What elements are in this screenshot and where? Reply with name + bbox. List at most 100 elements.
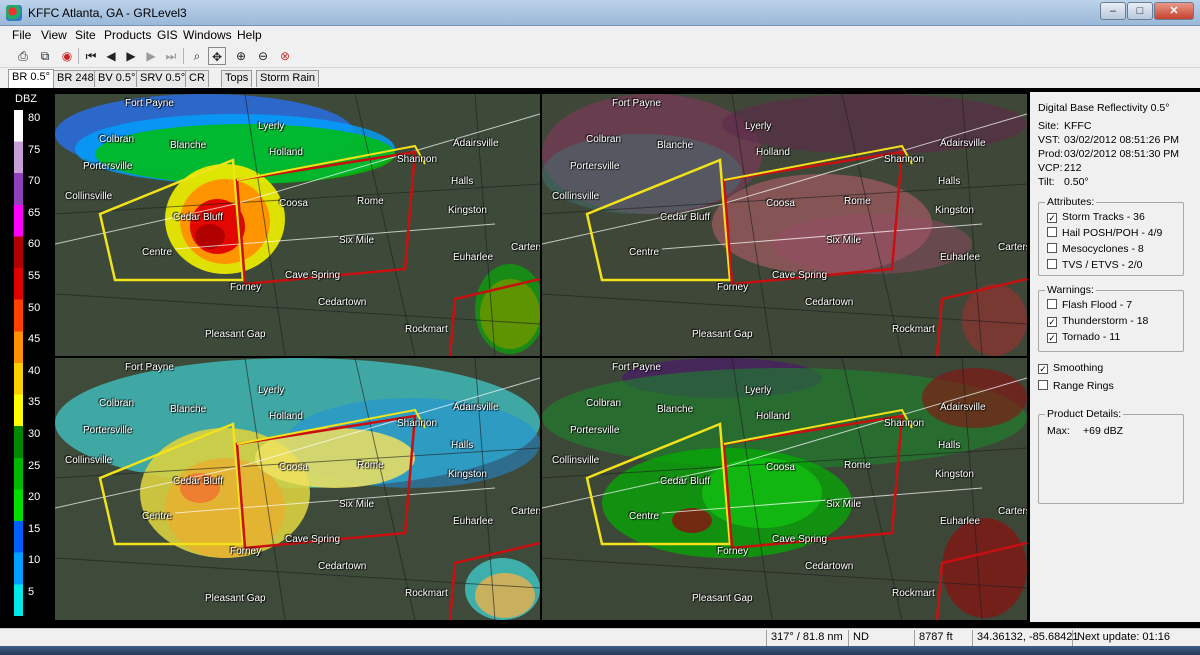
checkbox-box[interactable]: ✓	[1038, 364, 1048, 374]
map-label-cedartown: Cedartown	[318, 297, 367, 308]
radar-panel-velocity[interactable]: Fort Payne Colbran Blanche Lyerly Holland Ada…	[542, 94, 1027, 356]
checkbox-label: Tornado - 11	[1062, 331, 1121, 343]
checkbox-box[interactable]	[1047, 227, 1057, 237]
map-label-cedar-bluff: Cedar Bluff	[173, 212, 223, 223]
map-label-centre: Centre	[629, 511, 660, 522]
checkbox-label: Mesocyclones - 8	[1062, 243, 1144, 255]
checkbox-label: Thunderstorm - 18	[1062, 315, 1149, 327]
tab-srv-0-5[interactable]: SRV 0.5°	[136, 70, 190, 87]
minimize-button[interactable]: –	[1100, 2, 1126, 20]
precipitation-echo	[922, 368, 1027, 428]
map-label-cedartown: Cedartown	[805, 297, 854, 308]
legend-tick: 55	[28, 270, 41, 282]
tab-bv-0-5[interactable]: BV 0.5°	[94, 70, 140, 87]
play-icon[interactable]: ▶	[122, 47, 140, 65]
map-label-collinsville: Collinsville	[552, 191, 600, 202]
legend-tick: 5	[28, 586, 35, 598]
warning-checkbox[interactable]: Flash Flood - 7	[1047, 299, 1132, 311]
legend-tick: 10	[28, 554, 41, 567]
grlevel3-window: KFFC Atlanta, GA - GRLevel3 – □ ✕ File V…	[0, 0, 1200, 655]
checkbox-box[interactable]: ✓	[1047, 213, 1057, 223]
map-label-fort-payne: Fort Payne	[612, 362, 661, 373]
checkbox-label: Hail POSH/POH - 4/9	[1062, 227, 1163, 239]
prod-label: Prod:	[1038, 148, 1064, 160]
close-button[interactable]: ✕	[1154, 2, 1194, 20]
radar-panel-storm-relative[interactable]: Fort Payne Colbran Blanche Lyerly Holland Ada…	[542, 358, 1027, 620]
product-tabs: BR 0.5° BR 248 BV 0.5° SRV 0.5° CR Tops …	[0, 68, 1200, 88]
zoom-reset-icon[interactable]: ⊗	[276, 47, 294, 65]
radar-panel-composite[interactable]: Fort Payne Colbran Blanche Lyerly Holland Ada…	[55, 358, 540, 620]
tilt-label: Tilt:	[1038, 176, 1055, 188]
checkbox-box[interactable]	[1047, 259, 1057, 269]
checkbox-box[interactable]	[1038, 380, 1048, 390]
toolbar: ⎙ ⧉ ◉ ⏮ ◀ ▶ ▶ ⏭ ⌕ ✥ ⊕ ⊖ ⊗	[0, 44, 1200, 68]
pan-icon[interactable]: ✥	[208, 47, 226, 65]
map-label-lyerly: Lyerly	[745, 385, 772, 396]
previous-frame-icon[interactable]: ◀	[102, 47, 120, 65]
map-label-kingston: Kingston	[935, 469, 974, 480]
menu-view[interactable]: View	[41, 28, 67, 42]
tab-cr[interactable]: CR	[185, 70, 209, 87]
attribute-checkbox[interactable]: Mesocyclones - 8	[1047, 243, 1144, 255]
map-label-collinsville: Collinsville	[552, 455, 600, 466]
legend-tick: 80	[28, 112, 41, 124]
map-label-coosa: Coosa	[279, 462, 308, 473]
option-checkbox[interactable]: ✓ Smoothing	[1038, 362, 1103, 374]
menu-windows[interactable]: Windows	[183, 28, 232, 42]
tab-br-0-5[interactable]: BR 0.5°	[8, 69, 55, 88]
map-label-euharlee: Euharlee	[453, 252, 494, 263]
dbz-legend: DBZ 80 75 70 65 60 55 50 45 40 35 30 25 20 15 10 5	[10, 92, 42, 620]
map-label-portersville: Portersville	[570, 161, 620, 172]
option-checkbox[interactable]: Range Rings	[1038, 380, 1114, 392]
maximize-button[interactable]: □	[1127, 2, 1153, 20]
menu-gis[interactable]: GIS	[157, 28, 178, 42]
map-label-halls: Halls	[938, 176, 961, 187]
prod-value: 03/02/2012 08:51:30 PM	[1064, 148, 1180, 160]
checkbox-box[interactable]: ✓	[1047, 317, 1057, 327]
tab-storm-rain[interactable]: Storm Rain	[256, 70, 320, 87]
map-label-fort-payne: Fort Payne	[125, 362, 174, 373]
print-icon[interactable]: ⎙	[14, 47, 32, 65]
status-bearing: 317° / 81.8 nm	[766, 630, 848, 646]
zoom-icon[interactable]: ⌕	[188, 47, 206, 65]
zoom-in-icon[interactable]: ⊕	[232, 47, 250, 65]
zoom-out-icon[interactable]: ⊖	[254, 47, 272, 65]
warning-checkbox[interactable]: ✓ Tornado - 11	[1047, 331, 1120, 343]
tab-br-248[interactable]: BR 248	[53, 70, 98, 87]
map-label-centre: Centre	[142, 247, 173, 258]
attribute-checkbox[interactable]: Hail POSH/POH - 4/9	[1047, 227, 1162, 239]
title-bar[interactable]: KFFC Atlanta, GA - GRLevel3 – □ ✕	[0, 0, 1200, 26]
menu-products[interactable]: Products	[104, 28, 151, 42]
checkbox-box[interactable]	[1047, 243, 1057, 253]
menu-file[interactable]: File	[12, 28, 31, 42]
record-icon[interactable]: ◉	[58, 47, 76, 65]
next-frame-icon[interactable]: ▶	[142, 47, 160, 65]
toolbar-separator	[183, 48, 184, 64]
first-frame-icon[interactable]: ⏮	[82, 47, 100, 65]
map-label-six-mile: Six Mile	[339, 499, 375, 510]
app-icon	[6, 5, 22, 21]
attributes-group: Attributes: ✓ Storm Tracks - 36 Hail POSH/…	[1038, 196, 1184, 276]
map-label-carters: Carters	[998, 506, 1027, 517]
map-label-adairsville: Adairsville	[453, 138, 499, 149]
info-panel: Digital Base Reflectivity 0.5° Site: KFF…	[1030, 92, 1200, 622]
map-label-shannon: Shannon	[884, 154, 925, 165]
copy-icon[interactable]: ⧉	[36, 47, 54, 65]
checkbox-box[interactable]	[1047, 299, 1057, 309]
last-frame-icon[interactable]: ⏭	[162, 47, 180, 65]
product-details-group: Product Details: Max: +69 dBZ	[1038, 408, 1184, 504]
map-label-rome: Rome	[844, 196, 871, 207]
menu-help[interactable]: Help	[237, 28, 262, 42]
tab-tops[interactable]: Tops	[221, 70, 253, 87]
map-label-fort-payne: Fort Payne	[612, 98, 661, 109]
menu-site[interactable]: Site	[75, 28, 96, 42]
warning-checkbox[interactable]: ✓ Thunderstorm - 18	[1047, 315, 1148, 327]
map-label-coosa: Coosa	[766, 462, 795, 473]
attribute-checkbox[interactable]: TVS / ETVS - 2/0	[1047, 259, 1143, 271]
map-label-shannon: Shannon	[397, 418, 438, 429]
radar-panel-reflectivity[interactable]: Fort Payne Colbran Blanche Lyerly Holland Ada…	[55, 94, 540, 356]
status-next-update: Next update: 01:16	[1072, 630, 1200, 646]
map-label-pleasant-gap: Pleasant Gap	[692, 329, 753, 340]
checkbox-box[interactable]: ✓	[1047, 333, 1057, 343]
attribute-checkbox[interactable]: ✓ Storm Tracks - 36	[1047, 211, 1145, 223]
